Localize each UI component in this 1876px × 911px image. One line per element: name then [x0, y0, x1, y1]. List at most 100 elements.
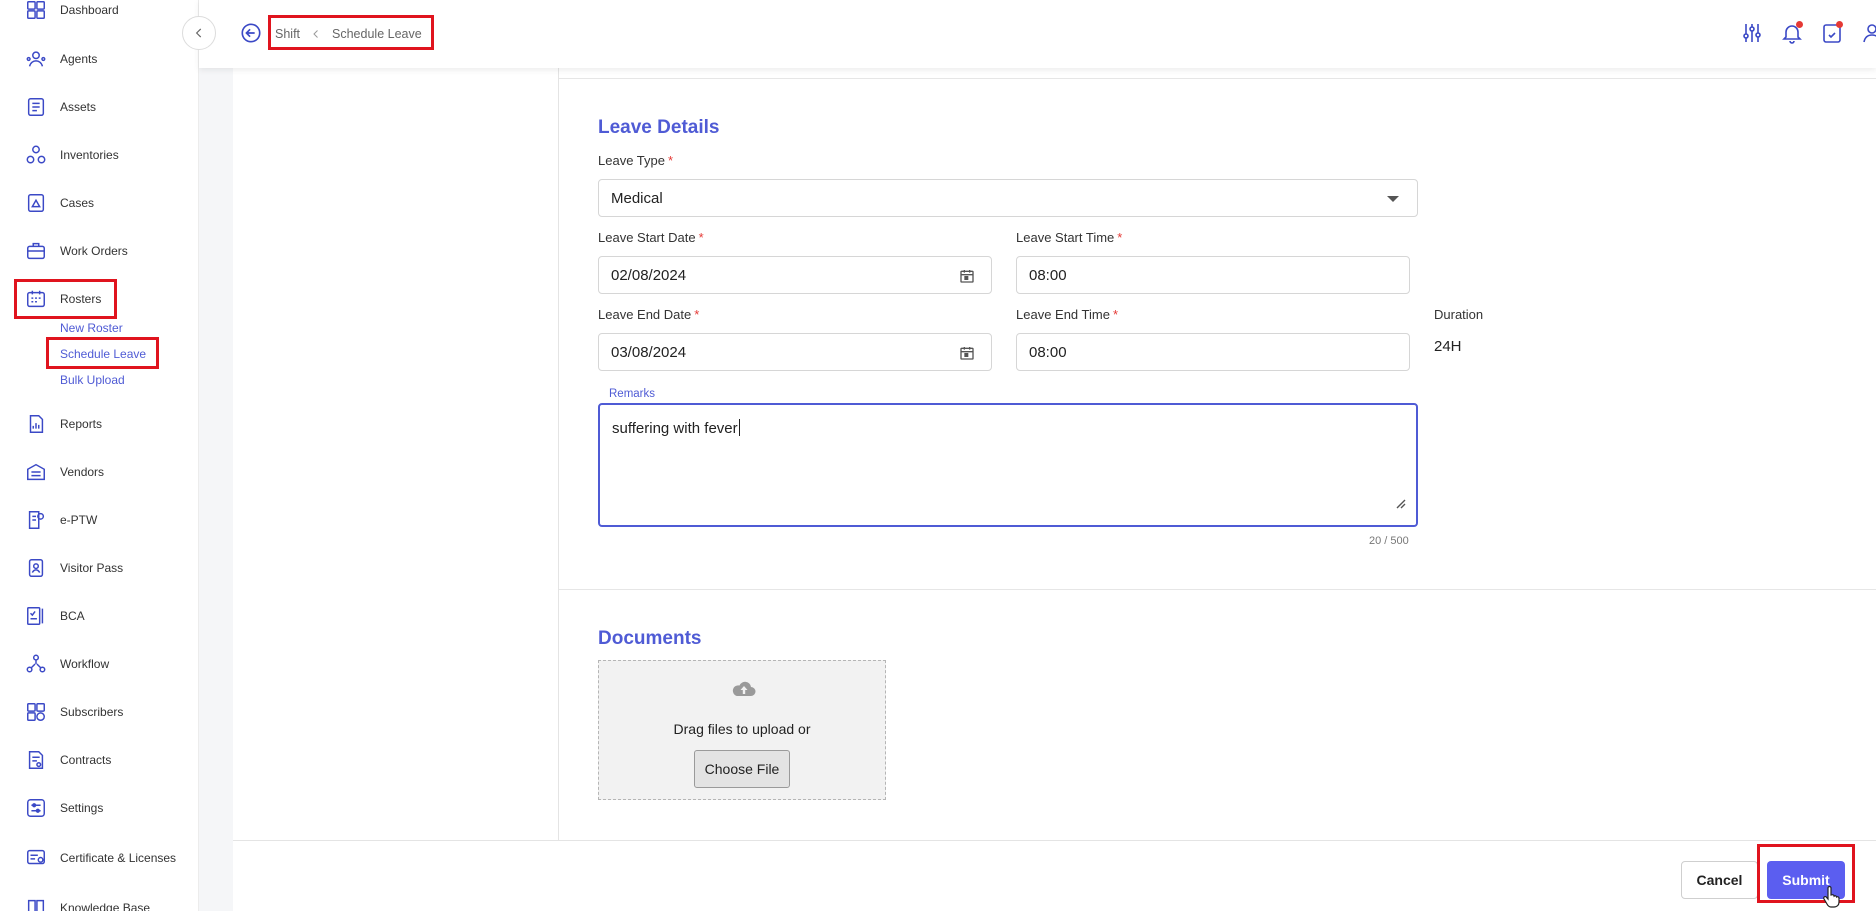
- dropzone-text: Drag files to upload or: [673, 721, 811, 737]
- start-date-value: 02/08/2024: [611, 266, 687, 284]
- choose-file-button[interactable]: Choose File: [694, 750, 790, 788]
- reports-icon: [25, 413, 47, 435]
- required-mark: *: [698, 230, 704, 245]
- remarks-text: suffering with fever: [612, 420, 738, 437]
- label-text: Leave End Time: [1016, 307, 1110, 322]
- label-text: Leave Type: [598, 153, 665, 168]
- cancel-button[interactable]: Cancel: [1681, 861, 1758, 899]
- sidebar-item-certificate[interactable]: Certificate & Licenses: [0, 836, 198, 880]
- leave-end-date-input[interactable]: 03/08/2024: [598, 333, 992, 371]
- chevron-left-icon: [313, 29, 318, 38]
- inventories-icon: [25, 144, 47, 166]
- bca-icon: [25, 605, 47, 627]
- agents-icon: [25, 48, 47, 70]
- sidebar-item-visitor-pass[interactable]: Visitor Pass: [0, 548, 198, 588]
- sidebar-item-subscribers[interactable]: Subscribers: [0, 692, 198, 732]
- sidebar-item-cases[interactable]: Cases: [0, 183, 198, 223]
- sidebar-item-label: Vendors: [60, 465, 105, 479]
- sidebar-item-label: Visitor Pass: [60, 561, 124, 575]
- sidebar-item-agents[interactable]: Agents: [0, 39, 198, 79]
- leave-start-time-input[interactable]: 08:00: [1016, 256, 1410, 294]
- sidebar-item-label: Subscribers: [60, 705, 124, 719]
- main-content: Leave Details Leave Type * Medical Leave …: [233, 68, 1876, 840]
- leave-end-time-label: Leave End Time *: [1016, 307, 1118, 322]
- divider: [559, 589, 1876, 590]
- remarks-char-counter: 20 / 500: [1369, 535, 1409, 547]
- label-text: Leave End Date: [598, 307, 692, 322]
- leave-end-date-label: Leave End Date *: [598, 307, 699, 322]
- leave-type-label: Leave Type *: [598, 153, 673, 168]
- rosters-icon: [25, 288, 47, 310]
- sidebar-item-inventories[interactable]: Inventories: [0, 135, 198, 175]
- sidebar-item-vendors[interactable]: Vendors: [0, 452, 198, 492]
- section-title-documents: Documents: [598, 628, 702, 649]
- sidebar-item-label: Agents: [60, 52, 98, 66]
- breadcrumb: Shift Schedule Leave: [275, 21, 422, 46]
- top-icons: [1740, 20, 1876, 46]
- task-check-icon[interactable]: [1820, 20, 1844, 46]
- sidebar-item-work-orders[interactable]: Work Orders: [0, 231, 198, 271]
- certificate-icon: [25, 847, 47, 869]
- remarks-label: Remarks: [605, 388, 660, 400]
- leave-end-time-input[interactable]: 08:00: [1016, 333, 1410, 371]
- dropdown-caret-icon: [1387, 196, 1399, 202]
- leave-start-time-label: Leave Start Time *: [1016, 230, 1122, 245]
- remarks-textarea[interactable]: suffering with fever: [598, 403, 1418, 527]
- sidebar-item-label: Assets: [60, 100, 97, 114]
- sidebar-subitem-new-roster[interactable]: New Roster: [60, 321, 123, 335]
- sidebar-item-workflow[interactable]: Workflow: [0, 644, 198, 684]
- sidebar-item-reports[interactable]: Reports: [0, 404, 198, 444]
- sidebar-item-bca[interactable]: BCA: [0, 596, 198, 636]
- work-orders-icon: [25, 240, 47, 262]
- end-time-value: 08:00: [1029, 343, 1067, 361]
- sidebar-item-dashboard[interactable]: Dashboard: [0, 0, 198, 30]
- top-bar: Shift Schedule Leave: [199, 0, 1876, 68]
- sidebar-item-knowledge[interactable]: Knowledge Base: [0, 888, 198, 911]
- required-mark: *: [694, 307, 700, 322]
- notification-bell-icon[interactable]: [1780, 20, 1804, 46]
- knowledge-icon: [25, 897, 47, 911]
- breadcrumb-current: Schedule Leave: [332, 26, 422, 41]
- sidebar-collapse-button[interactable]: [182, 16, 216, 50]
- divider: [559, 78, 1876, 79]
- calendar-icon[interactable]: [959, 345, 975, 361]
- calendar-icon[interactable]: [959, 268, 975, 284]
- left-pane: [233, 68, 559, 840]
- subscribers-icon: [25, 701, 47, 723]
- sidebar-item-settings[interactable]: Settings: [0, 788, 198, 828]
- vendors-icon: [25, 461, 47, 483]
- label-text: Leave Start Date: [598, 230, 696, 245]
- sidebar-item-assets[interactable]: Assets: [0, 87, 198, 127]
- file-dropzone[interactable]: Drag files to upload or Choose File: [598, 660, 886, 800]
- resize-grip-icon[interactable]: [1394, 497, 1406, 509]
- leave-start-date-input[interactable]: 02/08/2024: [598, 256, 992, 294]
- breadcrumb-parent[interactable]: Shift: [275, 27, 300, 41]
- section-title-leave-details: Leave Details: [598, 117, 720, 138]
- sidebar-item-label: Work Orders: [60, 244, 128, 258]
- sidebar-item-label: Reports: [60, 417, 103, 431]
- sidebar-item-eptw[interactable]: e-PTW: [0, 500, 198, 540]
- sidebar-item-label: Dashboard: [60, 3, 119, 17]
- sidebar-item-label: Contracts: [60, 753, 112, 767]
- cases-icon: [25, 192, 47, 214]
- sidebar-item-label: e-PTW: [60, 513, 98, 527]
- sidebar-subitem-schedule-leave[interactable]: Schedule Leave: [60, 347, 146, 361]
- form-footer: Cancel Submit: [233, 840, 1876, 911]
- filter-sliders-icon[interactable]: [1740, 20, 1764, 46]
- leave-type-select[interactable]: Medical: [598, 179, 1418, 217]
- sidebar-item-label: Knowledge Base: [60, 901, 151, 911]
- sidebar-item-label: Certificate & Licenses: [60, 851, 177, 865]
- user-profile-icon[interactable]: [1860, 20, 1876, 46]
- sidebar-subitem-bulk-upload[interactable]: Bulk Upload: [60, 373, 125, 387]
- sidebar-item-label: Inventories: [60, 148, 119, 162]
- hand-cursor-icon: [1823, 886, 1840, 908]
- sidebar-item-contracts[interactable]: Contracts: [0, 740, 198, 780]
- sidebar-item-label: Workflow: [60, 657, 110, 671]
- leave-type-value: Medical: [611, 189, 663, 207]
- text-cursor: [738, 419, 740, 436]
- sidebar: Dashboard Agents Assets Inventories Case…: [0, 0, 199, 911]
- back-arrow-icon[interactable]: [240, 22, 262, 44]
- sidebar-item-label: BCA: [60, 609, 85, 623]
- dashboard-icon: [25, 0, 47, 21]
- sidebar-item-rosters[interactable]: Rosters: [0, 279, 198, 319]
